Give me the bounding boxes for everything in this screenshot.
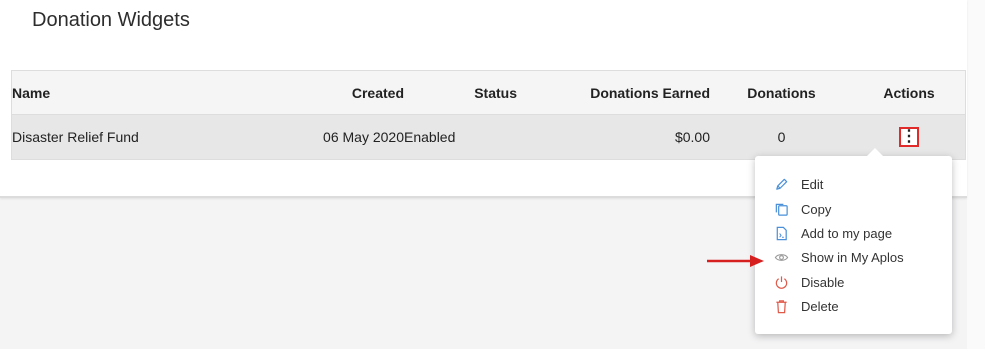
menu-item-disable[interactable]: Disable	[772, 271, 942, 293]
copy-icon	[772, 200, 790, 218]
trash-icon	[772, 297, 790, 315]
actions-dropdown-menu: Edit Copy Add to my page Show in My Aplo…	[755, 148, 952, 334]
eye-icon	[772, 248, 790, 266]
column-header-name[interactable]: Name	[11, 70, 230, 115]
menu-item-copy[interactable]: Copy	[772, 198, 942, 220]
dropdown-caret	[867, 148, 883, 156]
power-icon	[772, 273, 790, 291]
donation-widgets-table: Name Created Status Donations Earned Don…	[11, 70, 966, 160]
menu-item-label: Copy	[801, 201, 832, 217]
cell-created-text: 06 May 2020	[323, 129, 404, 145]
menu-item-show-in-my-aplos[interactable]: Show in My Aplos	[772, 246, 942, 268]
menu-item-label: Add to my page	[801, 225, 893, 241]
table-row[interactable]: Disaster Relief Fund 06 May 2020 Enabled…	[11, 114, 966, 160]
pencil-icon	[772, 175, 790, 193]
add-to-page-icon	[772, 224, 790, 242]
actions-menu-button[interactable]: ⋮	[899, 127, 919, 147]
column-header-created[interactable]: Created	[230, 70, 404, 115]
page-title: Donation Widgets	[32, 9, 190, 31]
menu-item-add-to-my-page[interactable]: Add to my page	[772, 222, 942, 244]
cell-status: Enabled	[404, 114, 517, 160]
annotation-arrow-icon	[707, 255, 764, 267]
menu-item-label: Delete	[801, 298, 839, 314]
column-header-actions: Actions	[853, 70, 966, 115]
cell-donations: 0	[710, 114, 853, 160]
menu-item-delete[interactable]: Delete	[772, 295, 942, 317]
menu-item-edit[interactable]: Edit	[772, 173, 942, 195]
menu-item-label: Disable	[801, 274, 845, 290]
column-header-status[interactable]: Status	[404, 70, 517, 115]
page-edge	[967, 0, 985, 349]
column-header-donations-earned[interactable]: Donations Earned	[517, 70, 710, 115]
cell-created: 06 May 2020	[230, 114, 404, 160]
cell-donations-earned: $0.00	[517, 114, 710, 160]
column-header-donations[interactable]: Donations	[710, 70, 853, 115]
menu-item-label: Show in My Aplos	[801, 249, 904, 265]
cell-name: Disaster Relief Fund	[11, 114, 230, 160]
column-header-created-label: Created	[351, 84, 404, 101]
menu-item-label: Edit	[801, 176, 824, 192]
table-header-row: Name Created Status Donations Earned Don…	[11, 70, 966, 115]
